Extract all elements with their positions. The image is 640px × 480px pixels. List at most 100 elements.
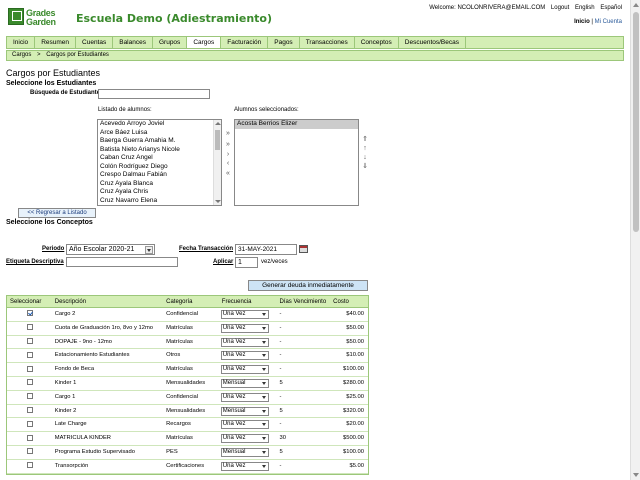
fecha-input[interactable]: 31-MAY-2021 [235,244,297,255]
row-frequency-cell: Una Vez [220,432,278,445]
row-cost: $100.00 [343,448,364,455]
nav-transacciones[interactable]: Transacciones [300,37,355,48]
frequency-value: Una Vez [222,393,246,400]
add-selected-icon[interactable]: » [224,141,232,148]
remove-one-icon[interactable]: ‹ [224,160,232,167]
move-down-icon[interactable]: ↓ [361,154,369,161]
mi-cuenta-link[interactable]: Mi Cuenta [595,19,622,25]
frequency-select[interactable]: Una Vez [220,392,269,402]
student-search-input[interactable] [98,89,210,99]
list-item[interactable]: Colón Rodríguez Diego [98,163,221,172]
scroll-down-arrow-icon[interactable] [215,200,221,203]
frequency-select[interactable]: Una Vez [220,461,269,471]
breadcrumb-current[interactable]: Cargos por Estudiantes [46,52,109,58]
lang-english-link[interactable]: English [575,5,595,11]
select-checkbox[interactable] [26,351,33,358]
list-item[interactable]: Acosta Berrios Elizer [235,120,358,129]
frequency-select[interactable]: Una Vez [220,337,269,347]
select-checkbox[interactable] [26,462,33,469]
welcome-text: Welcome: NCOLONRIVERA@EMAIL.COM [429,5,546,11]
generate-debt-button[interactable]: Generar deuda inmediatamente [248,280,368,291]
list-item[interactable]: Acevedo Arroyo Joviel [98,120,221,129]
nav-conceptos[interactable]: Conceptos [355,37,399,48]
select-checkbox[interactable] [26,379,33,386]
scroll-up-arrow-icon[interactable] [633,3,639,7]
nav-grupos[interactable]: Grupos [153,37,188,48]
row-frequency-cell: Una Vez [220,322,278,335]
lang-spanish-link[interactable]: Español [600,5,622,11]
list-scrollbar[interactable] [213,120,221,205]
frequency-select[interactable]: Una Vez [220,351,269,361]
move-top-icon[interactable]: ⇑ [361,136,369,143]
nav-descuentos-becas[interactable]: Descuentos/Becas [399,37,466,48]
row-description: DOPAJE - 9no - 12mo [54,338,112,345]
frequency-select[interactable]: Una Vez [220,365,269,375]
nav-cuentas[interactable]: Cuentas [76,37,114,48]
header-categoria: Categoría [166,299,193,305]
selected-list-label: Alumnos seleccionados: [234,107,299,113]
select-checkbox[interactable] [26,324,33,331]
logo[interactable]: Grades Garden [8,8,68,28]
chevron-down-icon [261,381,267,386]
nav-inicio[interactable]: Inicio [7,37,36,48]
row-category: Recargos [166,421,191,428]
list-item[interactable]: Cruz Ayala Blanca [98,180,221,189]
select-checkbox[interactable] [26,338,33,345]
move-bottom-icon[interactable]: ⇓ [361,163,369,170]
frequency-select[interactable]: Una Vez [220,310,269,319]
page-scrollbar[interactable] [630,0,640,480]
chevron-down-icon [261,464,267,469]
frequency-select[interactable]: Mensual [220,406,269,416]
frequency-select[interactable]: Mensual [220,447,269,457]
list-item[interactable]: Batista Nieto Arianys Nicole [98,146,221,155]
back-to-list-button[interactable]: << Regresar a Listado [18,208,96,218]
select-checkbox[interactable] [26,434,33,441]
list-item[interactable]: Caban Cruz Angel [98,154,221,163]
nav-balances[interactable]: Balances [113,37,153,48]
select-checkbox[interactable] [26,407,33,414]
scroll-up-arrow-icon[interactable] [215,122,221,125]
scrollbar-thumb[interactable] [215,130,220,150]
frequency-value: Una Vez [222,366,246,373]
select-checkbox[interactable] [26,448,33,455]
aplicar-input[interactable]: 1 [235,257,258,268]
move-up-icon[interactable]: ↑ [361,145,369,152]
add-one-icon[interactable]: › [224,151,232,158]
select-checkbox[interactable] [26,393,33,400]
nav-facturacion[interactable]: Facturación [221,37,269,48]
nav-resumen[interactable]: Resumen [35,37,77,48]
selected-students-list[interactable]: Acosta Berrios Elizer [234,119,359,206]
inicio-link[interactable]: Inicio [574,19,590,25]
remove-all-icon[interactable]: « [224,170,232,177]
logout-link[interactable]: Logout [551,5,569,11]
periodo-select[interactable]: Año Escolar 2020-21 [66,244,155,255]
select-concepts-heading: Seleccione los Conceptos [6,219,93,226]
breadcrumb-cargos[interactable]: Cargos [12,52,31,58]
list-item[interactable]: Cruz Ayala Chris [98,188,221,197]
nav-cargos[interactable]: Cargos [187,37,222,48]
select-checkbox[interactable] [26,420,33,427]
etiqueta-input[interactable] [66,257,178,267]
calendar-icon[interactable] [299,245,308,253]
frequency-select[interactable]: Mensual [220,378,269,388]
scroll-down-arrow-icon[interactable] [633,473,639,477]
frequency-select[interactable]: Una Vez [220,434,269,444]
row-category: Matrículas [166,366,193,373]
list-item[interactable]: Arce Báez Luisa [98,129,221,138]
table-row: Kinder 1 Mensualidades Mensual 5 $280.00 [7,376,368,391]
frequency-select[interactable]: Una Vez [220,323,269,333]
available-students-list[interactable]: Acevedo Arroyo Joviel Arce Báez Luisa Ba… [97,119,222,206]
list-item[interactable]: Crespo Dalmau Fabián [98,171,221,180]
nav-pagos[interactable]: Pagos [268,37,300,48]
logo-text-line2: Garden [26,17,56,27]
add-all-icon[interactable]: » [224,130,232,137]
row-due-days: - [279,462,282,469]
list-item[interactable]: Cruz Navarro Elena [98,197,221,206]
frequency-select[interactable]: Una Vez [220,420,269,430]
select-checkbox[interactable] [26,310,33,317]
row-description: Kinder 2 [54,407,77,414]
scrollbar-thumb[interactable] [633,12,639,232]
select-checkbox[interactable] [26,365,33,372]
row-cost: $100.00 [343,366,364,373]
list-item[interactable]: Baerga Guerra Amahia M. [98,137,221,146]
